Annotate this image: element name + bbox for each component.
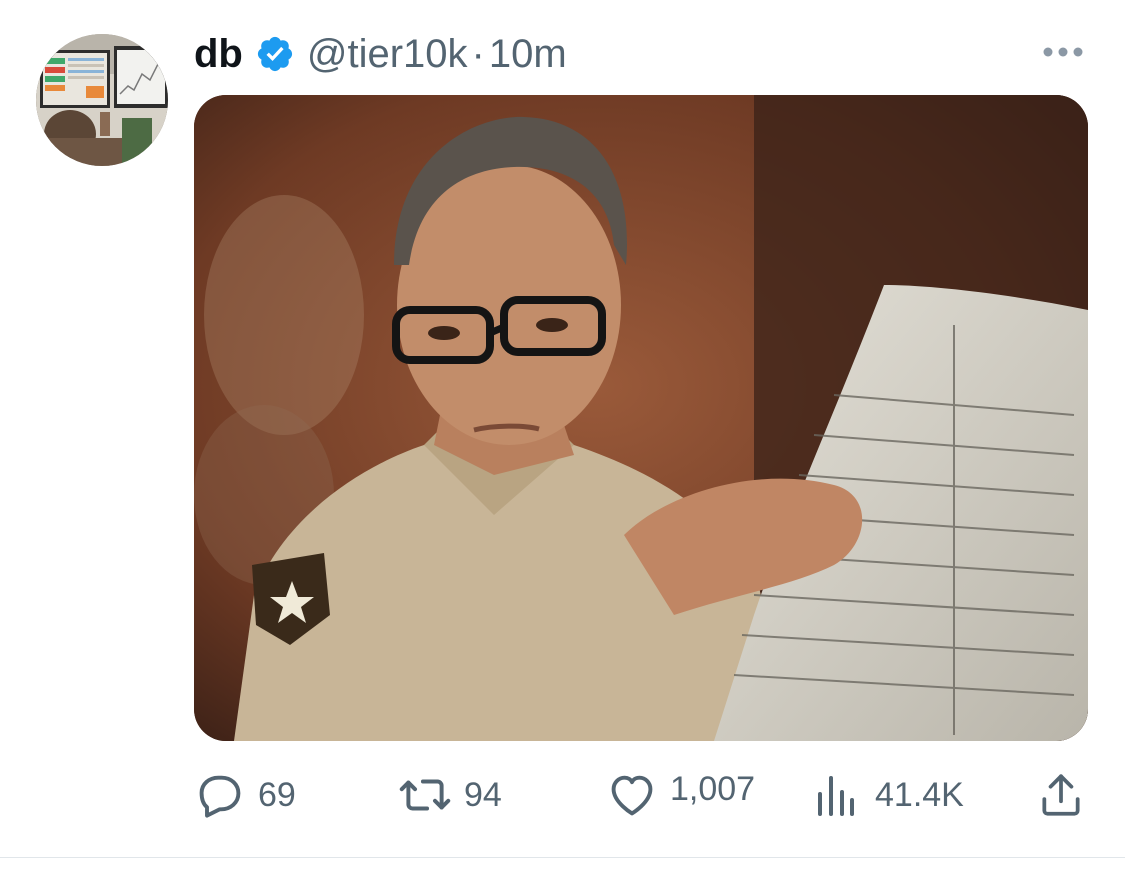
heart-icon [606,769,658,821]
views-button[interactable]: 41.4K [815,760,964,830]
avatar[interactable] [36,34,168,166]
repost-count: 94 [464,775,502,814]
share-icon [1036,769,1086,821]
more-icon[interactable] [1040,38,1086,66]
media-photo [194,95,1088,741]
tweet[interactable]: db @tier10k · 10m 69 94 1,007 41.4K [0,0,1125,858]
author-name[interactable]: db [194,32,243,77]
like-button[interactable]: 1,007 [606,760,755,830]
timestamp[interactable]: 10m [489,32,567,77]
reply-count: 69 [258,775,296,814]
tweet-media[interactable] [194,95,1088,741]
action-bar: 69 94 1,007 41.4K [0,760,1125,830]
reply-icon [194,769,246,821]
repost-button[interactable]: 94 [398,760,502,830]
author-handle[interactable]: @tier10k [307,32,468,77]
tweet-header: db @tier10k · 10m [194,26,567,82]
views-count: 41.4K [875,775,964,814]
separator: · [471,31,485,76]
views-icon [815,770,857,820]
verified-badge-icon [255,34,295,74]
share-button[interactable] [1036,760,1086,830]
reply-button[interactable]: 69 [194,760,296,830]
repost-icon [398,769,452,821]
divider [0,857,1125,858]
like-count: 1,007 [670,769,756,808]
